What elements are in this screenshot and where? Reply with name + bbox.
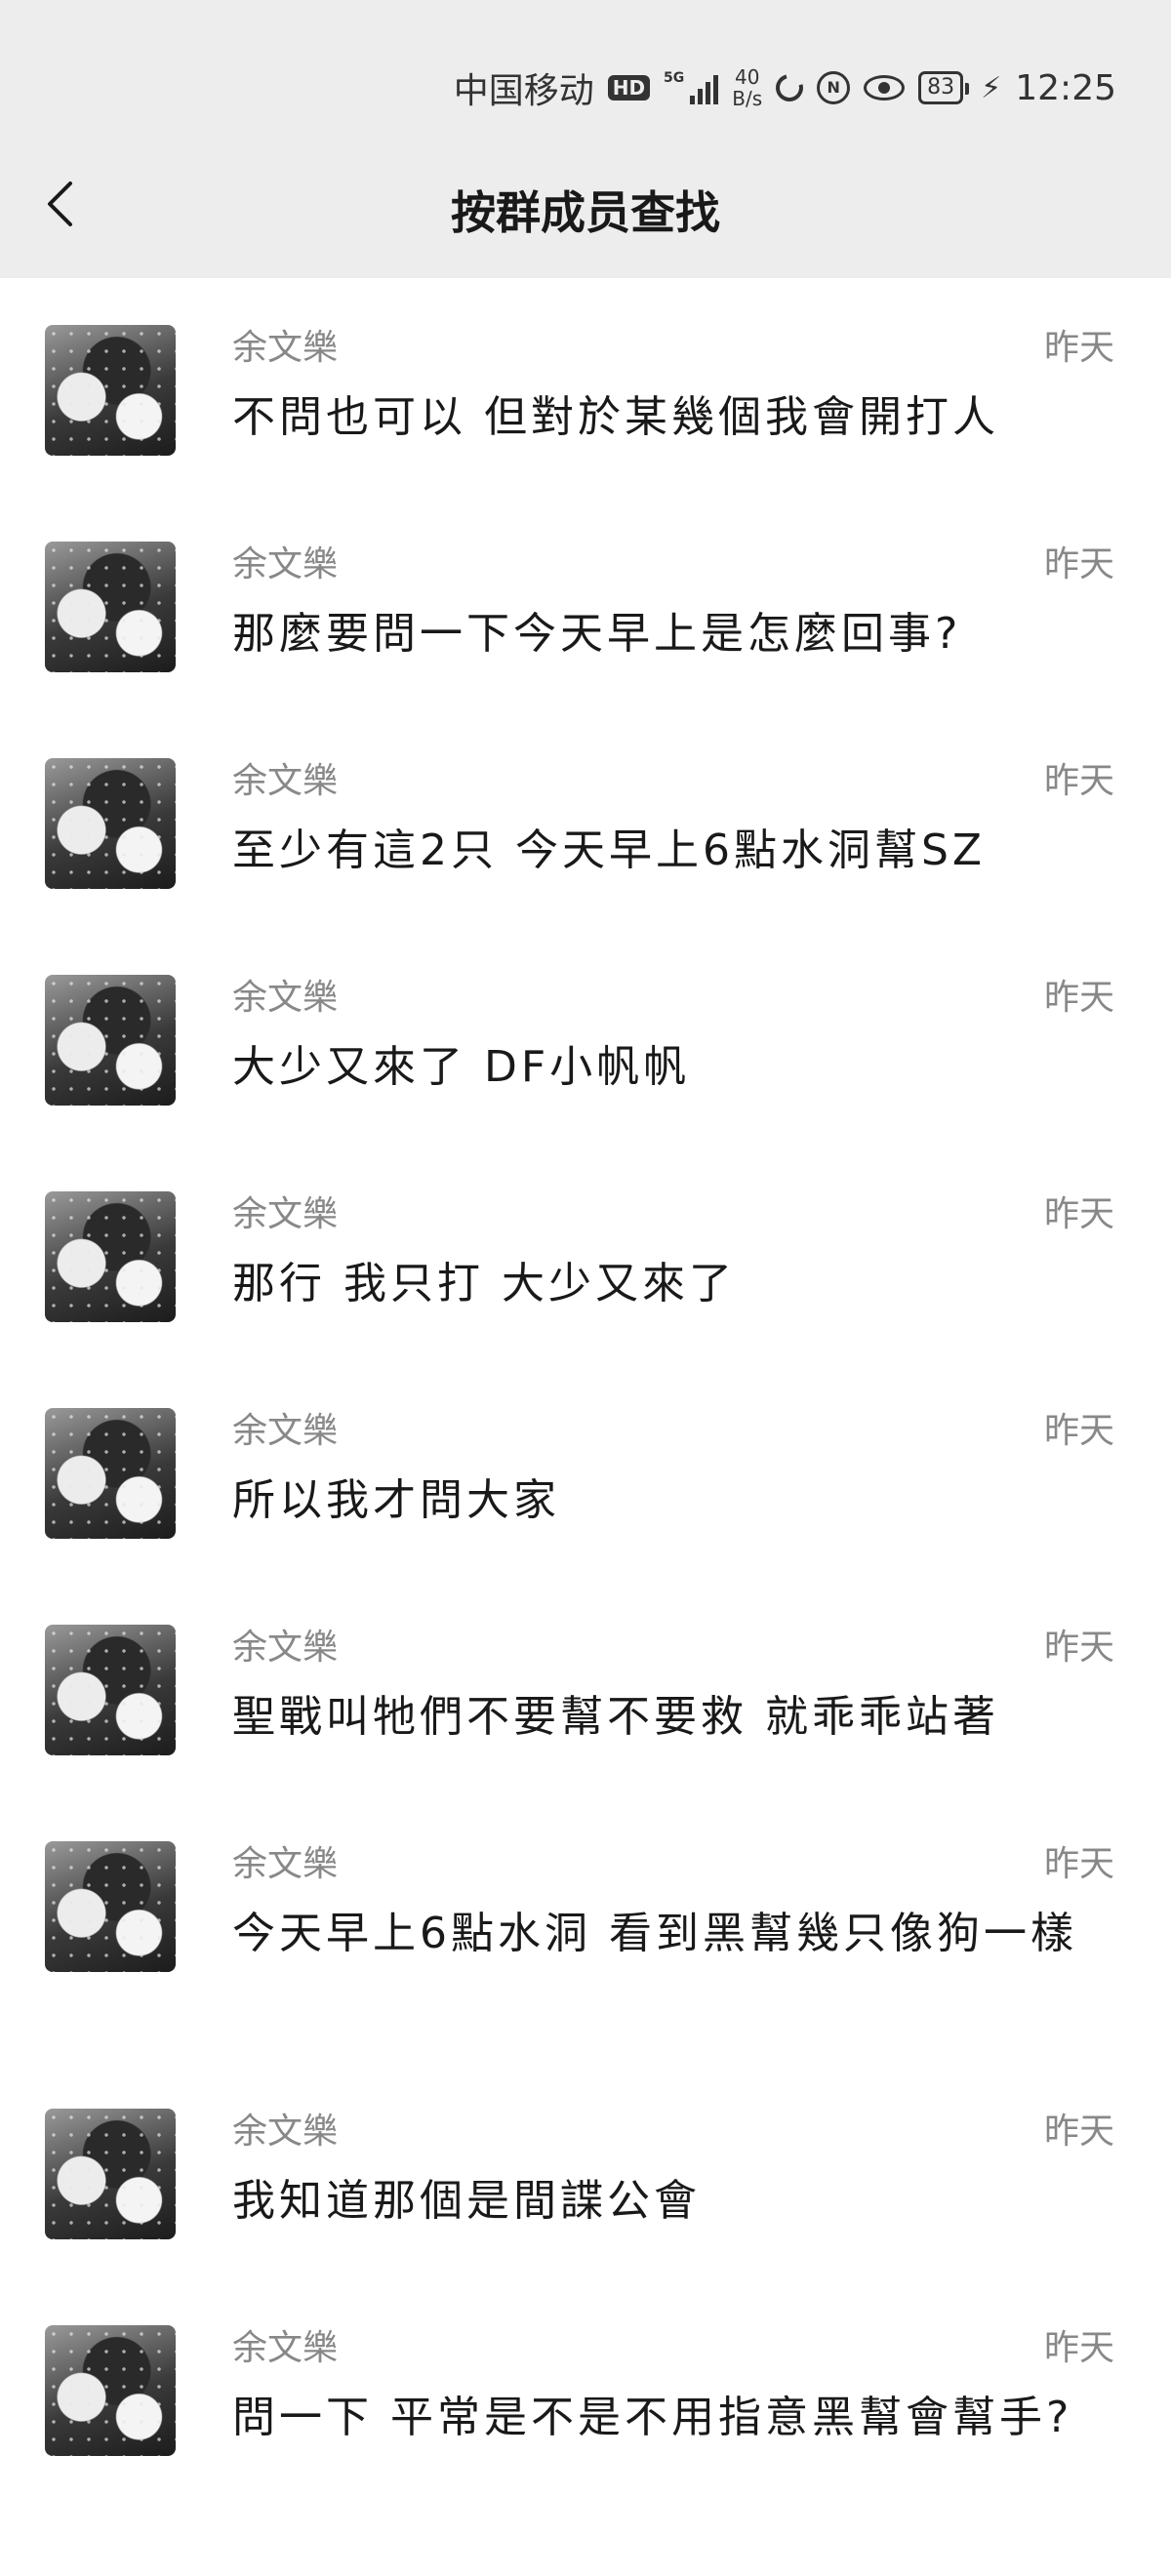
message-date: 昨天	[1043, 761, 1114, 801]
carrier-label: 中国移动	[453, 71, 594, 111]
avatar[interactable]	[45, 2325, 176, 2456]
sender-name: 余文樂	[232, 1194, 339, 1234]
eye-comfort-icon	[864, 75, 906, 101]
signal-icon: 5G	[664, 70, 719, 104]
message-date: 昨天	[1043, 2328, 1114, 2368]
sender-name: 余文樂	[232, 328, 339, 368]
list-item[interactable]: 余文樂 昨天 至少有這2只 今天早上6點水洞幫SZ	[0, 711, 1171, 928]
message-text: 那麼要問一下今天早上是怎麼回事?	[232, 609, 962, 659]
sender-name: 余文樂	[232, 544, 339, 584]
avatar[interactable]	[45, 2109, 176, 2239]
message-date: 昨天	[1043, 1628, 1114, 1668]
avatar[interactable]	[45, 1841, 176, 1972]
avatar[interactable]	[45, 542, 176, 672]
list-item[interactable]: 余文樂 昨天 那麼要問一下今天早上是怎麼回事?	[0, 495, 1171, 711]
clock: 12:25	[1015, 67, 1116, 108]
avatar[interactable]	[45, 975, 176, 1106]
avatar[interactable]	[45, 325, 176, 456]
network-speed: 40 B/s	[732, 66, 762, 109]
sender-name: 余文樂	[232, 761, 339, 801]
avatar[interactable]	[45, 1191, 176, 1322]
message-date: 昨天	[1043, 544, 1114, 584]
sender-name: 余文樂	[232, 2328, 339, 2368]
avatar[interactable]	[45, 1625, 176, 1755]
list-item[interactable]: 余文樂 昨天 不問也可以 但對於某幾個我會開打人	[0, 278, 1171, 495]
speed-unit: B/s	[732, 87, 763, 110]
top-area: 中国移动 HD 5G 40 B/s N 83 ⚡ 12:25 按群成员查找	[0, 0, 1171, 278]
message-date: 昨天	[1043, 328, 1114, 368]
network-type-label: 5G	[664, 70, 685, 86]
speed-value: 40	[735, 65, 760, 89]
hd-icon: HD	[607, 75, 651, 101]
message-text: 那行 我只打 大少又來了	[232, 1259, 736, 1308]
message-date: 昨天	[1043, 1844, 1114, 1884]
sender-name: 余文樂	[232, 1844, 339, 1884]
message-text: 所以我才問大家	[232, 1475, 560, 1525]
list-item[interactable]: 余文樂 昨天 大少又來了 DF小帆帆	[0, 928, 1171, 1145]
message-text: 大少又來了 DF小帆帆	[232, 1042, 691, 1092]
message-date: 昨天	[1043, 2112, 1114, 2152]
sender-name: 余文樂	[232, 2112, 339, 2152]
sender-name: 余文樂	[232, 1411, 339, 1451]
loading-ring-icon	[771, 68, 809, 107]
charging-icon: ⚡	[981, 70, 1002, 105]
message-list: 余文樂 昨天 不問也可以 但對於某幾個我會開打人 余文樂 昨天 那麼要問一下今天…	[0, 278, 1171, 2546]
list-item[interactable]: 余文樂 昨天 問一下 平常是不是不用指意黑幫會幫手?	[0, 2278, 1171, 2546]
message-date: 昨天	[1043, 1411, 1114, 1451]
message-text: 至少有這2只 今天早上6點水洞幫SZ	[232, 825, 987, 875]
list-item[interactable]: 余文樂 昨天 今天早上6點水洞 看到黑幫幾只像狗一樣	[0, 1794, 1171, 2062]
list-item[interactable]: 余文樂 昨天 聖戰叫牠們不要幫不要救 就乖乖站著	[0, 1578, 1171, 1794]
status-bar: 中国移动 HD 5G 40 B/s N 83 ⚡ 12:25	[454, 62, 1116, 113]
message-date: 昨天	[1043, 1194, 1114, 1234]
battery-icon: 83	[918, 71, 970, 104]
message-text: 今天早上6點水洞 看到黑幫幾只像狗一樣	[232, 1909, 1077, 1958]
message-text: 不問也可以 但對於某幾個我會開打人	[232, 392, 999, 442]
list-item[interactable]: 余文樂 昨天 所以我才問大家	[0, 1361, 1171, 1578]
message-date: 昨天	[1043, 978, 1114, 1018]
avatar[interactable]	[45, 1408, 176, 1539]
list-item[interactable]: 余文樂 昨天 那行 我只打 大少又來了	[0, 1145, 1171, 1361]
message-text: 聖戰叫牠們不要幫不要救 就乖乖站著	[232, 1692, 999, 1742]
message-text: 我知道那個是間諜公會	[232, 2176, 701, 2226]
sender-name: 余文樂	[232, 978, 339, 1018]
avatar[interactable]	[45, 758, 176, 889]
message-text: 問一下 平常是不是不用指意黑幫會幫手?	[232, 2393, 1073, 2442]
nfc-icon: N	[817, 71, 851, 104]
list-item[interactable]: 余文樂 昨天 我知道那個是間諜公會	[0, 2062, 1171, 2278]
page-title: 按群成员查找	[451, 186, 720, 239]
sender-name: 余文樂	[232, 1628, 339, 1668]
